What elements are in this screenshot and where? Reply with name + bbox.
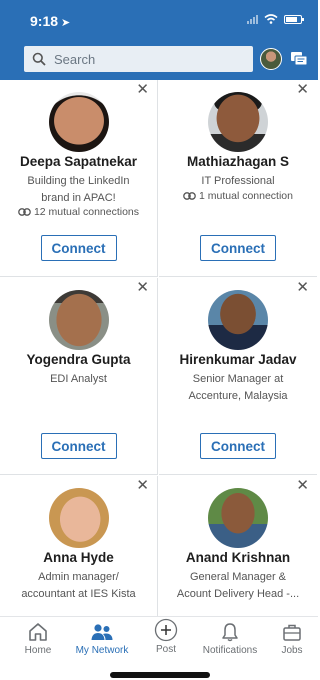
search-input[interactable] bbox=[54, 51, 234, 67]
status-time-text: 9:18 bbox=[30, 13, 59, 29]
dismiss-icon[interactable]: ✕ bbox=[136, 478, 149, 494]
connect-button[interactable]: Connect bbox=[40, 433, 117, 459]
connect-button[interactable]: Connect bbox=[200, 433, 276, 459]
bottom-nav: Home My Network Post Notifications Jobs bbox=[0, 616, 318, 664]
status-icons bbox=[247, 14, 304, 24]
nav-post[interactable]: Post bbox=[136, 618, 196, 655]
headline-line: General Manager & bbox=[190, 571, 286, 583]
home-indicator bbox=[110, 672, 210, 678]
profile-photo[interactable] bbox=[208, 92, 268, 152]
mutual-connections-text: 1 mutual connection bbox=[199, 190, 293, 202]
nav-jobs[interactable]: Jobs bbox=[262, 621, 320, 656]
nav-notifications-label: Notifications bbox=[202, 645, 258, 656]
mutual-connections[interactable]: 1 mutual connection bbox=[159, 190, 317, 202]
person-headline: Admin manager/accountant at IES Kista bbox=[8, 569, 149, 603]
dismiss-icon[interactable]: ✕ bbox=[296, 82, 309, 98]
connect-button[interactable]: Connect bbox=[40, 235, 117, 261]
headline-line: Accenture, Malaysia bbox=[188, 390, 288, 402]
headline-line: brand in APAC! bbox=[41, 192, 116, 204]
person-name[interactable]: Anand Krishnan bbox=[159, 550, 317, 565]
bell-icon bbox=[222, 623, 238, 642]
profile-photo[interactable] bbox=[48, 290, 109, 350]
headline-line: Admin manager/ bbox=[38, 571, 119, 583]
person-card[interactable]: ✕ Yogendra Gupta EDI Analyst Connect bbox=[0, 278, 158, 475]
status-bar: 9:18 ➤ bbox=[0, 0, 318, 40]
dismiss-icon[interactable]: ✕ bbox=[296, 280, 309, 296]
nav-notifications[interactable]: Notifications bbox=[200, 621, 260, 656]
nav-home-label: Home bbox=[24, 645, 52, 656]
headline-line: Acount Delivery Head -... bbox=[176, 588, 300, 600]
nav-home[interactable]: Home bbox=[8, 621, 68, 656]
profile-photo[interactable] bbox=[208, 290, 268, 350]
person-headline: EDI Analyst bbox=[8, 371, 149, 388]
wifi-icon bbox=[264, 14, 278, 24]
person-name[interactable]: Hirenkumar Jadav bbox=[159, 352, 317, 367]
mutual-connections-text: 12 mutual connections bbox=[33, 206, 140, 218]
briefcase-icon bbox=[283, 624, 301, 641]
person-name[interactable]: Deepa Sapatnekar bbox=[0, 154, 157, 169]
person-card[interactable]: ✕ Hirenkumar Jadav Senior Manager at Acce… bbox=[159, 278, 317, 475]
mutual-connections[interactable]: 12 mutual connections bbox=[0, 206, 157, 218]
mutual-connections-icon bbox=[183, 192, 196, 200]
my-network-icon bbox=[91, 624, 113, 640]
dismiss-icon[interactable]: ✕ bbox=[136, 82, 149, 98]
home-icon bbox=[29, 623, 47, 641]
person-card[interactable]: ✕ Anna Hyde Admin manager/accountant at … bbox=[0, 476, 158, 616]
battery-icon bbox=[284, 14, 304, 24]
people-you-may-know-grid: ✕ Deepa Sapatnekar Building the LinkedIn… bbox=[0, 80, 318, 616]
headline-line: Building the LinkedIn bbox=[27, 175, 130, 187]
nav-my-network[interactable]: My Network bbox=[72, 621, 132, 656]
headline-line: Senior Manager at bbox=[192, 373, 284, 385]
messaging-icon[interactable] bbox=[290, 50, 308, 68]
nav-jobs-label: Jobs bbox=[281, 645, 303, 656]
signal-icon bbox=[247, 14, 258, 24]
search-bar[interactable] bbox=[24, 46, 253, 72]
dismiss-icon[interactable]: ✕ bbox=[136, 280, 149, 296]
person-card[interactable]: ✕ Mathiazhagan S IT Professional 1 mutua… bbox=[159, 80, 317, 277]
person-name[interactable]: Anna Hyde bbox=[0, 550, 157, 565]
dismiss-icon[interactable]: ✕ bbox=[296, 478, 309, 494]
profile-photo[interactable] bbox=[48, 92, 109, 152]
connect-button[interactable]: Connect bbox=[200, 235, 276, 261]
person-headline: Building the LinkedIn brand in APAC! bbox=[8, 173, 149, 207]
app-header: 9:18 ➤ bbox=[0, 0, 318, 80]
status-time: 9:18 ➤ bbox=[30, 13, 70, 29]
headline-line: IT Professional bbox=[201, 175, 275, 187]
person-card[interactable]: ✕ Anand Krishnan General Manager & Acount… bbox=[159, 476, 317, 616]
search-icon bbox=[32, 52, 46, 66]
location-arrow-icon: ➤ bbox=[61, 17, 71, 29]
nav-post-label: Post bbox=[155, 644, 176, 655]
headline-line: EDI Analyst bbox=[50, 373, 107, 385]
person-name[interactable]: Mathiazhagan S bbox=[159, 154, 317, 169]
headline-line: accountant at IES Kista bbox=[21, 588, 136, 600]
nav-my-network-label: My Network bbox=[75, 645, 129, 656]
person-name[interactable]: Yogendra Gupta bbox=[0, 352, 157, 367]
profile-avatar[interactable] bbox=[260, 48, 282, 70]
post-plus-icon bbox=[154, 618, 178, 642]
person-headline: General Manager & Acount Delivery Head -.… bbox=[167, 569, 309, 603]
profile-photo[interactable] bbox=[48, 488, 109, 548]
mutual-connections-icon bbox=[18, 208, 31, 216]
person-headline: IT Professional bbox=[167, 173, 309, 190]
person-card[interactable]: ✕ Deepa Sapatnekar Building the LinkedIn… bbox=[0, 80, 158, 277]
person-headline: Senior Manager at Accenture, Malaysia bbox=[167, 371, 309, 405]
profile-photo[interactable] bbox=[208, 488, 268, 548]
